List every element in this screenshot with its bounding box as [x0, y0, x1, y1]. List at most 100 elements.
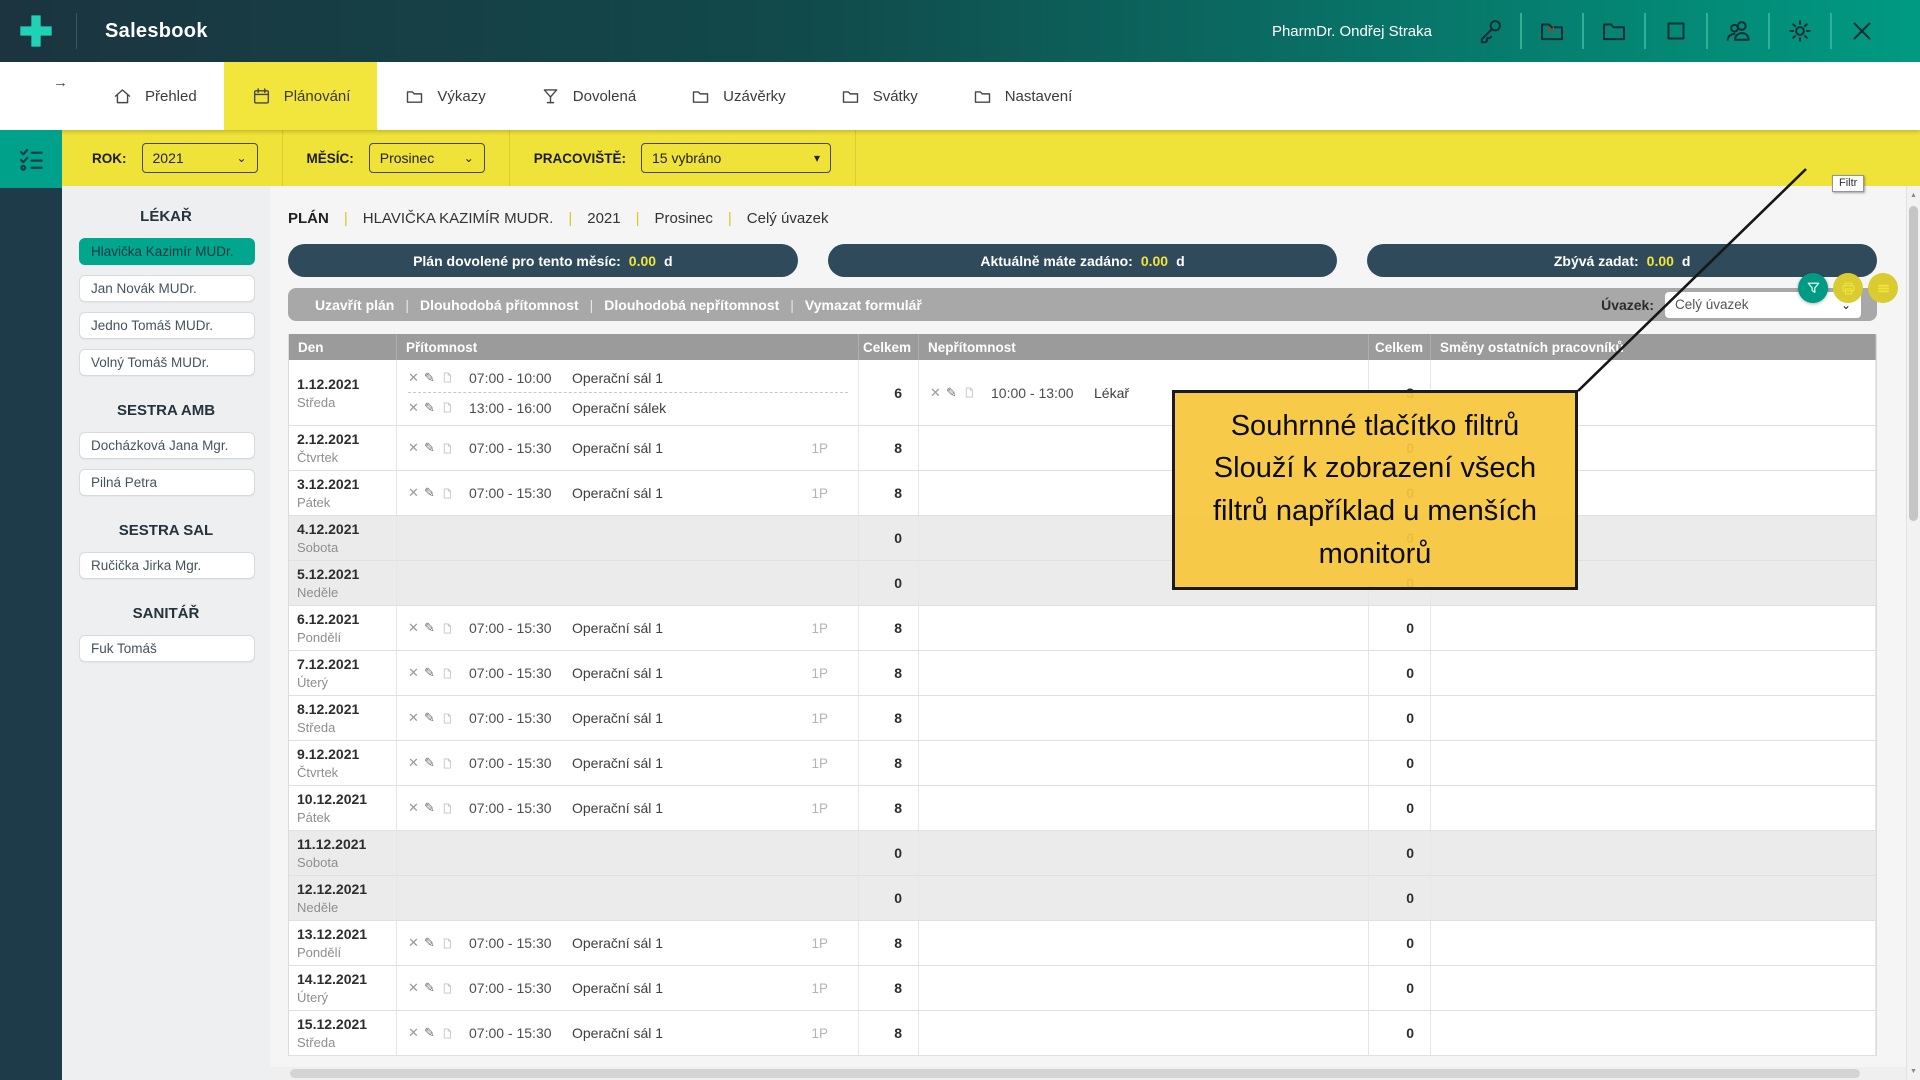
maximize-button[interactable] — [1660, 15, 1692, 47]
tab-dovolena[interactable]: Dovolená — [513, 62, 663, 130]
delete-entry-icon[interactable]: ✕ — [930, 385, 946, 401]
settings-button[interactable] — [1784, 15, 1816, 47]
copy-entry-icon[interactable] — [441, 937, 456, 950]
copy-entry-icon[interactable] — [441, 1027, 456, 1040]
uzavrit-plan-button[interactable]: Uzavřít plán — [304, 297, 405, 313]
rok-select[interactable]: 2021⌄ — [142, 143, 258, 173]
presence-total-cell: 0 — [859, 561, 919, 605]
tab-uzaverky[interactable]: Uzávěrky — [663, 62, 813, 130]
entry-place: Operační sál 1 — [572, 665, 663, 681]
delete-entry-icon[interactable]: ✕ — [408, 800, 424, 816]
delete-entry-icon[interactable]: ✕ — [408, 980, 424, 996]
edit-entry-icon[interactable]: ✎ — [424, 1025, 441, 1041]
tab-label: Uzávěrky — [723, 88, 786, 105]
copy-entry-icon[interactable] — [441, 487, 456, 500]
scroll-down-arrow-icon[interactable]: ▼ — [1907, 1064, 1920, 1078]
sidebar-item-volny-tomas-mudr[interactable]: Volný Tomáš MUDr. — [79, 349, 255, 376]
edit-entry-icon[interactable]: ✎ — [424, 440, 441, 456]
breadcrumb-item[interactable]: Prosinec — [655, 210, 713, 227]
copy-entry-icon[interactable] — [441, 982, 456, 995]
day-cell: 7.12.2021Úterý — [289, 651, 397, 695]
sidebar-item-jan-novak-mudr[interactable]: Jan Novák MUDr. — [79, 275, 255, 302]
breadcrumb-item[interactable]: HLAVIČKA KAZIMÍR MUDR. — [363, 210, 554, 227]
menu-circle-button[interactable] — [1868, 273, 1898, 303]
edit-entry-icon[interactable]: ✎ — [424, 755, 441, 771]
breadcrumb-item[interactable]: Celý úvazek — [747, 210, 829, 227]
copy-entry-icon[interactable] — [441, 667, 456, 680]
sidebar-item-rucicka-jirka-mgr[interactable]: Ručička Jirka Mgr. — [79, 552, 255, 579]
filter-circle-button[interactable] — [1798, 273, 1828, 303]
tab-planovani[interactable]: Plánování — [224, 62, 378, 130]
sidebar-item-dochazkova-jana-mgr[interactable]: Docházková Jana Mgr. — [79, 432, 255, 459]
tab-prehled[interactable]: Přehled — [85, 62, 224, 130]
vertical-scrollbar[interactable]: ▲ ▼ — [1906, 186, 1920, 1080]
scroll-up-arrow-icon[interactable]: ▲ — [1907, 188, 1920, 202]
edit-entry-icon[interactable]: ✎ — [424, 400, 441, 416]
collapse-arrow-icon[interactable]: → — [53, 74, 68, 91]
entry-time: 07:00 - 15:30 — [469, 980, 572, 996]
delete-entry-icon[interactable]: ✕ — [408, 485, 424, 501]
users-button[interactable] — [1722, 15, 1754, 47]
edit-entry-icon[interactable]: ✎ — [424, 485, 441, 501]
dlouhodoba-pritomnost-button[interactable]: Dlouhodobá přítomnost — [409, 297, 590, 313]
delete-entry-icon[interactable]: ✕ — [408, 665, 424, 681]
uvazek-select[interactable]: Celý úvazek ⌄ — [1665, 292, 1861, 318]
edit-entry-icon[interactable]: ✎ — [424, 800, 441, 816]
column-header-nepritomnost-3: Nepřítomnost — [919, 334, 1369, 360]
pracoviste-select[interactable]: 15 vybráno▾ — [641, 143, 831, 173]
sidebar-item-jedno-tomas-mudr[interactable]: Jedno Tomáš MUDr. — [79, 312, 255, 339]
sidebar-item-hlavicka-kazimir-mudr[interactable]: Hlavička Kazimír MUDr. — [79, 238, 255, 265]
summary-pill-zbyva-zadat: Zbývá zadat:0.00d — [1367, 244, 1877, 277]
delete-entry-icon[interactable]: ✕ — [408, 935, 424, 951]
row-date: 8.12.2021 — [297, 701, 388, 717]
print-circle-button[interactable] — [1833, 273, 1863, 303]
horizontal-scrollbar-thumb[interactable] — [290, 1069, 1860, 1078]
breadcrumb-item[interactable]: 2021 — [587, 210, 620, 227]
copy-entry-icon[interactable] — [441, 712, 456, 725]
tab-label: Nastavení — [1005, 88, 1073, 105]
topbar-icon-group: N — [1460, 13, 1892, 49]
delete-entry-icon[interactable]: ✕ — [408, 1025, 424, 1041]
copy-entry-icon[interactable] — [441, 442, 456, 455]
edit-entry-icon[interactable]: ✎ — [424, 620, 441, 636]
edit-entry-icon[interactable]: ✎ — [424, 980, 441, 996]
sidebar-toggle-button[interactable] — [0, 130, 62, 188]
horizontal-scrollbar[interactable] — [270, 1067, 1906, 1080]
edit-entry-icon[interactable]: ✎ — [424, 935, 441, 951]
absence-cell — [919, 966, 1369, 1010]
delete-entry-icon[interactable]: ✕ — [408, 710, 424, 726]
sidebar-item-pilna-petra[interactable]: Pilná Petra — [79, 469, 255, 496]
mesic-select[interactable]: Prosinec⌄ — [369, 143, 485, 173]
copy-entry-icon[interactable] — [963, 386, 978, 399]
presence-cell: ✕✎07:00 - 15:30Operační sál 11P — [397, 426, 859, 470]
tab-vykazy[interactable]: Výkazy — [377, 62, 512, 130]
delete-entry-icon[interactable]: ✕ — [408, 440, 424, 456]
day-cell: 9.12.2021Čtvrtek — [289, 741, 397, 785]
key-button[interactable] — [1474, 15, 1506, 47]
tab-nastaveni[interactable]: Nastavení — [945, 62, 1100, 130]
copy-entry-icon[interactable] — [441, 371, 456, 384]
edit-entry-icon[interactable]: ✎ — [424, 710, 441, 726]
folder-n-button[interactable]: N — [1536, 15, 1568, 47]
copy-entry-icon[interactable] — [441, 622, 456, 635]
delete-entry-icon[interactable]: ✕ — [408, 400, 424, 416]
folder-button[interactable] — [1598, 15, 1630, 47]
copy-entry-icon[interactable] — [441, 401, 456, 414]
delete-entry-icon[interactable]: ✕ — [408, 755, 424, 771]
delete-entry-icon[interactable]: ✕ — [408, 620, 424, 636]
edit-entry-icon[interactable]: ✎ — [424, 370, 441, 386]
dlouhodoba-nepritomnost-button[interactable]: Dlouhodobá nepřítomnost — [593, 297, 790, 313]
copy-entry-icon[interactable] — [441, 757, 456, 770]
shift-entry: ✕✎07:00 - 15:30Operační sál 11P — [397, 1020, 858, 1047]
close-button[interactable] — [1846, 15, 1878, 47]
delete-entry-icon[interactable]: ✕ — [408, 370, 424, 386]
copy-entry-icon[interactable] — [441, 802, 456, 815]
vertical-scrollbar-thumb[interactable] — [1909, 206, 1918, 521]
tab-svatky[interactable]: Svátky — [813, 62, 945, 130]
table-header-row: DenPřítomnostCelkemNepřítomnostCelkemSmě… — [289, 334, 1876, 360]
edit-entry-icon[interactable]: ✎ — [424, 665, 441, 681]
entry-place: Operační sál 1 — [572, 485, 663, 501]
sidebar-item-fuk-tomas[interactable]: Fuk Tomáš — [79, 635, 255, 662]
vymazat-formular-button[interactable]: Vymazat formulář — [794, 297, 933, 313]
edit-entry-icon[interactable]: ✎ — [946, 385, 963, 401]
